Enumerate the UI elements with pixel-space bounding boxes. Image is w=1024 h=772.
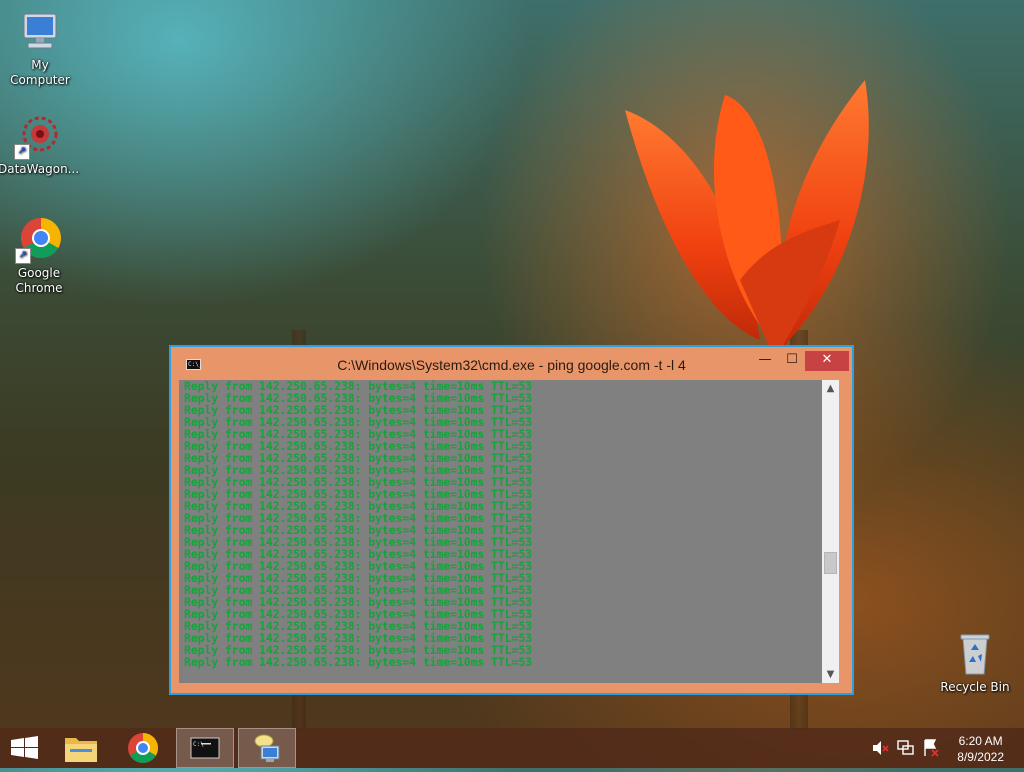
taskbar-command-prompt[interactable]: C:\ [176,728,234,768]
shortcut-arrow-icon: ↗ [15,248,31,264]
maximize-button[interactable]: ☐ [779,351,805,371]
desktop-icon-google-chrome[interactable]: ↗ Google Chrome [0,216,79,296]
window-title: C:\Windows\System32\cmd.exe - ping googl… [337,357,686,373]
desktop-icon-my-computer[interactable]: My Computer [0,8,80,88]
clock-time: 6:20 AM [958,734,1003,748]
title-bar[interactable]: C:\_ C:\Windows\System32\cmd.exe - ping … [171,347,852,379]
chrome-icon [128,733,159,764]
taskbar-clock[interactable]: 6:20 AM 8/9/2022 [957,733,1004,765]
taskbar-file-explorer[interactable] [52,728,110,768]
desktop-icon-label: My Computer [10,58,70,87]
datawagon-icon: ↗ [14,112,62,160]
minimize-button[interactable]: — [751,351,779,371]
scrollbar-thumb[interactable] [824,552,837,574]
vertical-scrollbar[interactable]: ▲ ▼ [822,380,839,683]
action-center-icon[interactable] [920,728,942,768]
folder-icon [65,738,97,762]
wallpaper-flower [625,80,869,360]
volume-muted-icon[interactable] [868,728,890,768]
desktop-icon-label: Google Chrome [15,266,63,295]
taskbar-network-tool[interactable] [238,728,296,768]
start-button[interactable] [0,728,58,768]
scroll-up-arrow-icon[interactable]: ▲ [822,380,839,397]
cmd-icon: C:\ [190,737,220,759]
computer-icon [16,8,64,56]
chrome-icon: ↗ [15,216,63,264]
windows-logo-icon [11,736,38,759]
close-button[interactable]: ✕ [805,351,849,371]
shortcut-arrow-icon: ↗ [14,144,30,160]
taskbar: C:\ 6:20 AM 8/9/2022 [0,728,1024,768]
network-icon[interactable] [894,728,916,768]
console-line: Reply from 142.250.65.238: bytes=4 time=… [184,655,533,669]
desktop-icon-recycle-bin[interactable]: Recycle Bin [935,630,1015,695]
recycle-bin-icon [951,630,999,678]
desktop-icon-label: DataWagon... [0,162,80,176]
console-output[interactable]: Reply from 142.250.65.238: bytes=4 time=… [179,380,822,683]
network-computer-icon [254,734,280,762]
desktop-icon-label: Recycle Bin [940,680,1010,694]
cmd-window[interactable]: C:\_ C:\Windows\System32\cmd.exe - ping … [169,345,854,695]
taskbar-google-chrome[interactable] [114,728,172,768]
system-tray [868,728,948,768]
desktop-icon-datawagon[interactable]: ↗ DataWagon... [0,112,80,177]
scroll-down-arrow-icon[interactable]: ▼ [822,666,839,683]
clock-date: 8/9/2022 [957,750,1004,764]
